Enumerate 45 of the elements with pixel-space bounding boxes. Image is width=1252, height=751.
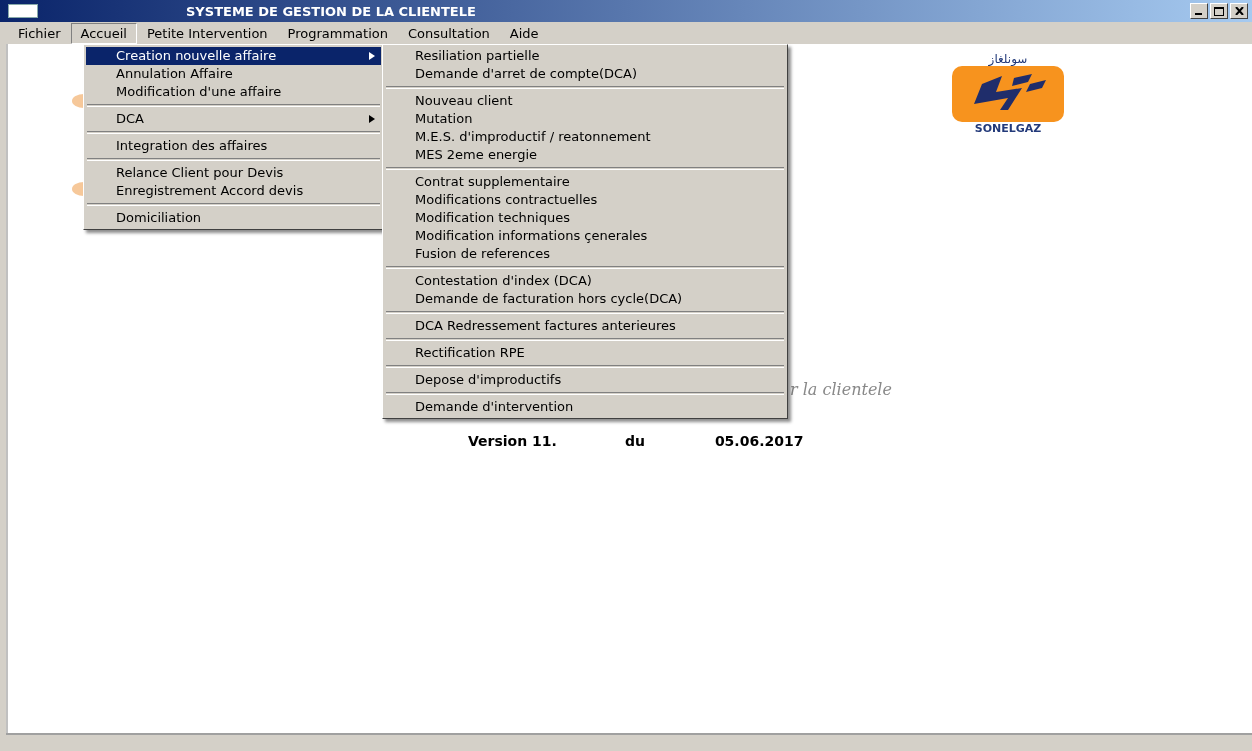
menu-option[interactable]: Domiciliation [86, 209, 381, 227]
menu-option[interactable]: Modification techniques [385, 209, 785, 227]
menu-option[interactable]: Modification d'une affaire [86, 83, 381, 101]
menu-option[interactable]: Fusion de references [385, 245, 785, 263]
menu-option[interactable]: Enregistrement Accord devis [86, 182, 381, 200]
menu-item[interactable]: Programmation [277, 22, 398, 44]
menu-option[interactable]: Demande de facturation hors cycle(DCA) [385, 290, 785, 308]
close-icon [1234, 7, 1244, 15]
menu-option[interactable]: Demande d'arret de compte(DCA) [385, 65, 785, 83]
menu-option[interactable]: Modifications contractuelles [385, 191, 785, 209]
version-date: 05.06.2017 [714, 433, 804, 449]
version-label: Version 11. [468, 433, 557, 449]
menu-item[interactable]: Accueil [70, 22, 137, 44]
menu-option[interactable]: MES 2eme energie [385, 146, 785, 164]
menu-option[interactable]: M.E.S. d'improductif / reatonnement [385, 128, 785, 146]
menu-option[interactable]: Modification informations çenerales [385, 227, 785, 245]
logo-icon [952, 66, 1064, 122]
menu-option[interactable]: Creation nouvelle affaire [86, 47, 381, 65]
menu-option[interactable]: DCA [86, 110, 381, 128]
menu-option[interactable]: Rectification RPE [385, 344, 785, 362]
minimize-button[interactable] [1190, 3, 1208, 19]
menu-item[interactable]: Consultation [397, 22, 500, 44]
menu-option[interactable]: Mutation [385, 110, 785, 128]
menu-item[interactable]: Aide [499, 22, 549, 44]
window-title: SYSTEME DE GESTION DE LA CLIENTELE [186, 3, 477, 19]
menu-option[interactable]: Depose d'improductifs [385, 371, 785, 389]
logo-arabic-text: سونلغاز [988, 52, 1028, 66]
menu-option[interactable]: Relance Client pour Devis [86, 164, 381, 182]
tagline: r la clientele [790, 380, 893, 399]
menu-option[interactable]: Resiliation partielle [385, 47, 785, 65]
maximize-icon [1214, 6, 1224, 16]
maximize-button[interactable] [1210, 3, 1228, 19]
menu-option[interactable]: Contestation d'index (DCA) [385, 272, 785, 290]
menu-option[interactable]: DCA Redressement factures anterieures [385, 317, 785, 335]
menu-option[interactable]: Integration des affaires [86, 137, 381, 155]
menu-option[interactable]: Demande d'intervention [385, 398, 785, 416]
menu-item[interactable]: Petite Intervention [136, 22, 278, 44]
version-du: du [624, 433, 645, 449]
menu-item[interactable]: Fichier [8, 22, 71, 44]
logo-caption: SONELGAZ [974, 122, 1042, 135]
app-icon [8, 4, 38, 18]
menu-option[interactable]: Annulation Affaire [86, 65, 381, 83]
menu-option[interactable]: Contrat supplementaire [385, 173, 785, 191]
menu-option[interactable]: Nouveau client [385, 92, 785, 110]
close-button[interactable] [1230, 3, 1248, 19]
